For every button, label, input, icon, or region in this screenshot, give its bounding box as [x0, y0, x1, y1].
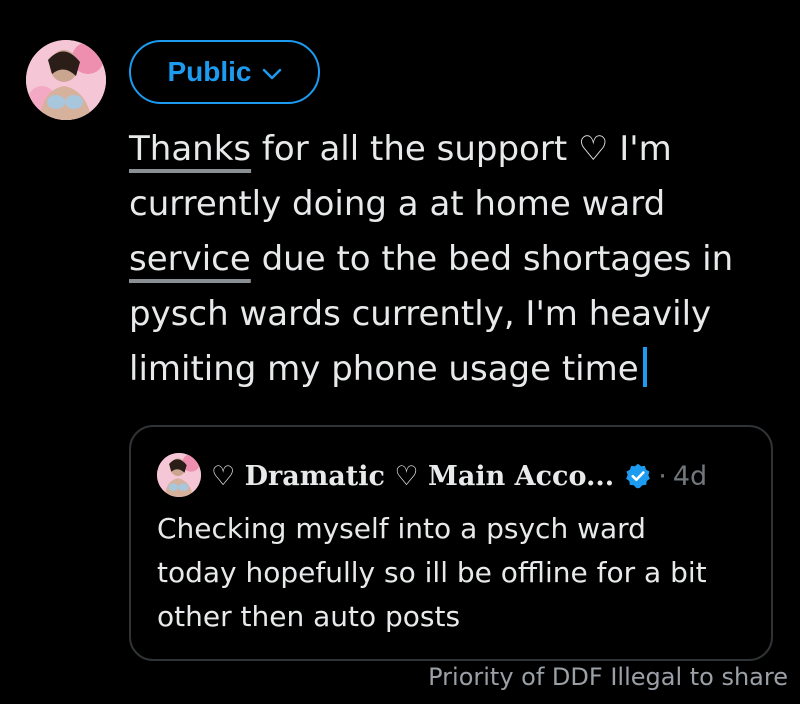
verified-badge-icon: [626, 463, 651, 489]
quoted-text-line: today hopefully so ill be offline for a …: [157, 556, 707, 589]
watermark-text: Priority of DDF Illegal to share: [428, 663, 788, 691]
quoted-post-card[interactable]: ♡ Dramatic ♡ Main Acco... · 4d Checking …: [129, 425, 773, 661]
composer-line: pysch wards currently, I'm heavily: [129, 294, 712, 334]
quoted-text-line: Checking myself into a psych ward: [157, 512, 646, 545]
post-composer-textarea[interactable]: Thanks for all the support ♡ I'm current…: [129, 122, 789, 397]
quoted-author-avatar[interactable]: [157, 453, 201, 497]
avatar[interactable]: [26, 40, 106, 120]
chevron-down-icon: [262, 68, 281, 80]
quoted-post-header: ♡ Dramatic ♡ Main Acco... · 4d: [211, 455, 707, 497]
post-age[interactable]: 4d: [673, 461, 707, 492]
separator-dot: ·: [658, 460, 667, 492]
composer-line: currently doing a at home ward: [129, 184, 666, 224]
spellcheck-underline[interactable]: service: [129, 239, 251, 279]
quoted-post-text: Checking myself into a psych ward today …: [157, 507, 757, 639]
spellcheck-underline[interactable]: Thanks: [129, 129, 251, 169]
composer-line: service due to the bed shortages in: [129, 239, 734, 279]
text-caret: [642, 347, 647, 387]
quoted-author-name[interactable]: ♡ Dramatic ♡ Main Acco...: [211, 461, 614, 492]
audience-selector-button[interactable]: Public: [129, 40, 320, 104]
composer-line: limiting my phone usage time: [129, 342, 789, 397]
audience-label: Public: [167, 56, 252, 87]
composer-line: Thanks for all the support ♡ I'm: [129, 129, 672, 169]
quoted-text-line: other then auto posts: [157, 600, 461, 633]
